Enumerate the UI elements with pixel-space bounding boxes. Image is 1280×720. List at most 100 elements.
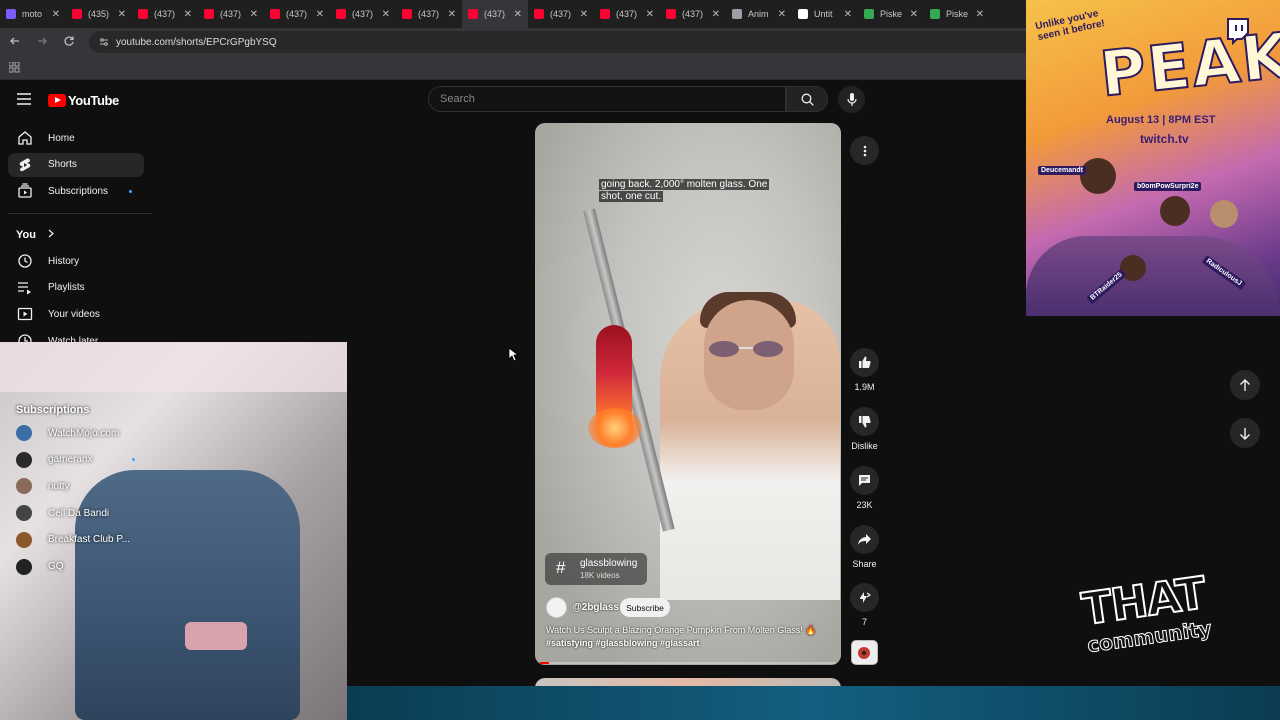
subscription-item[interactable]: nutty	[16, 476, 70, 496]
browser-tab[interactable]: (435) ✕	[66, 0, 132, 28]
sidebar-item-your-videos[interactable]: Your videos	[8, 302, 144, 326]
browser-tab[interactable]: (437) ✕	[660, 0, 726, 28]
apps-grid-icon[interactable]	[9, 62, 20, 73]
next-short-button[interactable]	[1230, 418, 1260, 448]
tab-favicon-icon	[72, 9, 82, 19]
like-button[interactable]	[850, 348, 879, 377]
tab-favicon-icon	[6, 9, 16, 19]
share-label: Share	[852, 559, 877, 569]
tab-close-icon[interactable]: ✕	[514, 9, 522, 20]
remix-icon	[860, 592, 871, 603]
subscription-item[interactable]: gameranx	[16, 450, 136, 470]
share-button[interactable]	[850, 525, 879, 554]
video-title[interactable]: Watch Us Sculpt a Blazing Orange Pumpkin…	[546, 625, 831, 636]
browser-tab[interactable]: (437) ✕	[198, 0, 264, 28]
hashtag-icon: #	[556, 558, 566, 577]
browser-tab[interactable]: (437) ✕	[594, 0, 660, 28]
sidebar-item-playlists[interactable]: Playlists	[8, 276, 144, 300]
tab-close-icon[interactable]: ✕	[844, 9, 852, 20]
youtube-logo[interactable]: YouTube	[48, 93, 119, 108]
search-button[interactable]	[786, 86, 828, 112]
tab-close-icon[interactable]: ✕	[184, 9, 192, 20]
sidebar-item-home[interactable]: Home	[8, 126, 144, 150]
browser-tab[interactable]: (437) ✕	[330, 0, 396, 28]
browser-tab[interactable]: (437) ✕	[132, 0, 198, 28]
tab-close-icon[interactable]: ✕	[910, 9, 918, 20]
browser-tab[interactable]: Untit ✕	[792, 0, 858, 28]
tab-favicon-icon	[666, 9, 676, 19]
sidebar-you-header[interactable]: You	[16, 229, 55, 241]
tab-label: (437)	[286, 9, 308, 19]
sound-thumbnail[interactable]	[851, 640, 878, 665]
sidebar-item-label: Home	[48, 132, 75, 144]
promo-site: twitch.tv	[1140, 132, 1189, 146]
video-progress-track[interactable]	[540, 662, 836, 664]
tab-favicon-icon	[270, 9, 280, 19]
subscribe-button[interactable]: Subscribe	[620, 598, 670, 617]
voice-search-button[interactable]	[838, 86, 865, 113]
hamburger-menu-icon[interactable]	[17, 93, 31, 105]
your-videos-icon	[17, 308, 33, 321]
tab-close-icon[interactable]: ✕	[712, 9, 720, 20]
shorts-icon	[19, 157, 31, 171]
site-info-icon[interactable]	[99, 37, 109, 47]
browser-tab[interactable]: moto ✕	[0, 0, 66, 28]
webcam-wall	[0, 342, 347, 392]
search-placeholder: Search	[440, 93, 475, 105]
tab-favicon-icon	[204, 9, 214, 19]
tab-close-icon[interactable]: ✕	[778, 9, 786, 20]
browser-tab[interactable]: Piske ✕	[858, 0, 924, 28]
video-progress-fill	[540, 662, 549, 664]
tab-close-icon[interactable]: ✕	[316, 9, 324, 20]
subscription-name: gameranx	[48, 454, 93, 466]
subscription-name: GQ	[48, 561, 64, 572]
subscription-name: Breakfast Club P...	[48, 534, 131, 546]
url-field[interactable]: youtube.com/shorts/EPCrGPgbYSQ	[89, 31, 1049, 53]
subscription-item[interactable]: Cell Da Bandi	[16, 503, 109, 523]
watch-later-icon	[18, 334, 32, 342]
search-input[interactable]: Search	[428, 86, 786, 112]
tab-close-icon[interactable]: ✕	[646, 9, 654, 20]
sidebar-item-label: Your videos	[48, 308, 100, 320]
subscription-item[interactable]: GQ	[16, 557, 64, 577]
channel-avatar	[16, 558, 32, 575]
browser-tab[interactable]: (437) ✕	[528, 0, 594, 28]
video-hashtags[interactable]: #satisfying #glassblowing #glassart	[546, 638, 831, 648]
tab-close-icon[interactable]: ✕	[448, 9, 456, 20]
channel-avatar[interactable]	[546, 597, 567, 618]
browser-tab[interactable]: (437) ✕	[396, 0, 462, 28]
channel-handle[interactable]: @2bglass	[572, 602, 619, 613]
tab-close-icon[interactable]: ✕	[976, 9, 984, 20]
tab-close-icon[interactable]: ✕	[118, 9, 126, 20]
dislike-button[interactable]	[850, 407, 879, 436]
tab-label: Piske	[946, 9, 969, 19]
more-options-button[interactable]	[850, 136, 879, 165]
comment-count: 23K	[856, 500, 873, 510]
tab-favicon-icon	[534, 9, 544, 19]
browser-tab[interactable]: (437) ✕	[264, 0, 330, 28]
promo-figure-2	[1160, 196, 1190, 226]
tab-close-icon[interactable]: ✕	[382, 9, 390, 20]
comments-button[interactable]	[850, 466, 879, 495]
tab-favicon-icon	[402, 9, 412, 19]
tab-close-icon[interactable]: ✕	[580, 9, 588, 20]
sidebar-item-shorts[interactable]: Shorts	[8, 152, 144, 177]
sidebar-item-subscriptions[interactable]: Subscriptions	[8, 179, 144, 203]
previous-short-button[interactable]	[1230, 370, 1260, 400]
forward-button[interactable]	[30, 35, 54, 50]
back-button[interactable]	[3, 35, 27, 50]
sidebar-item-history[interactable]: History	[8, 249, 144, 273]
reload-button[interactable]	[57, 35, 81, 50]
thumbs-up-icon	[859, 356, 871, 368]
browser-tab[interactable]: Anim ✕	[726, 0, 792, 28]
browser-tab[interactable]: (437) ✕	[462, 0, 528, 28]
tab-close-icon[interactable]: ✕	[250, 9, 258, 20]
sidebar-item-watch-later[interactable]: Watch later	[8, 329, 144, 342]
remix-button[interactable]	[850, 583, 879, 612]
subscription-item[interactable]: WatchMojo.com	[16, 423, 119, 443]
tab-close-icon[interactable]: ✕	[52, 9, 60, 20]
channel-avatar	[16, 478, 32, 495]
browser-tab[interactable]: Piske ✕	[924, 0, 990, 28]
sidebar-item-label: Playlists	[48, 282, 85, 294]
subscription-item[interactable]: Breakfast Club P...	[16, 530, 130, 550]
